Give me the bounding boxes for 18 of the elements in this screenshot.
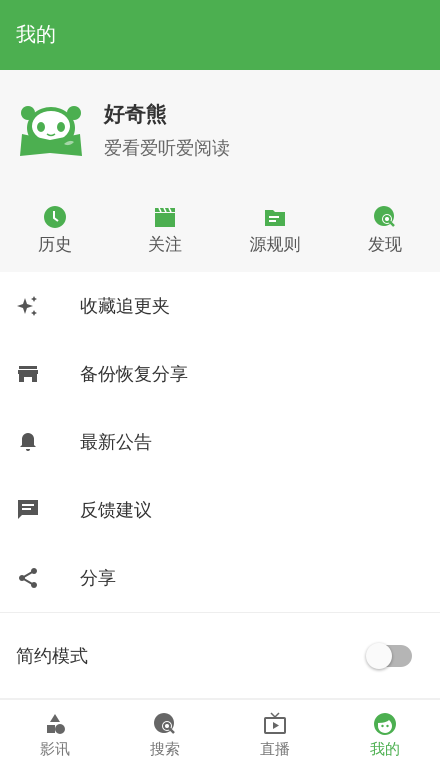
shortcut-button[interactable]: 历史 [15, 190, 95, 272]
clapperboard-icon [153, 205, 177, 230]
face-icon [373, 712, 397, 736]
clock-icon [43, 205, 67, 230]
message-icon [16, 498, 40, 522]
toggle-switch[interactable] [368, 644, 412, 666]
user-name: 好奇熊 [104, 100, 168, 128]
avatar-drawing [20, 104, 82, 156]
setting-label: 简约模式 [16, 644, 88, 668]
shortcut-button[interactable]: 源规则 [235, 190, 315, 272]
page-title: 我的 [16, 21, 56, 48]
shortcut-button[interactable]: 关注 [125, 190, 205, 272]
share-icon [16, 566, 40, 590]
shortcut-button[interactable]: 发现 [345, 190, 425, 272]
globe-search-icon [153, 712, 177, 736]
user-motto: 爱看爱听爱阅读 [104, 136, 230, 160]
tv-icon [263, 712, 287, 736]
globe-search-icon [373, 205, 397, 230]
